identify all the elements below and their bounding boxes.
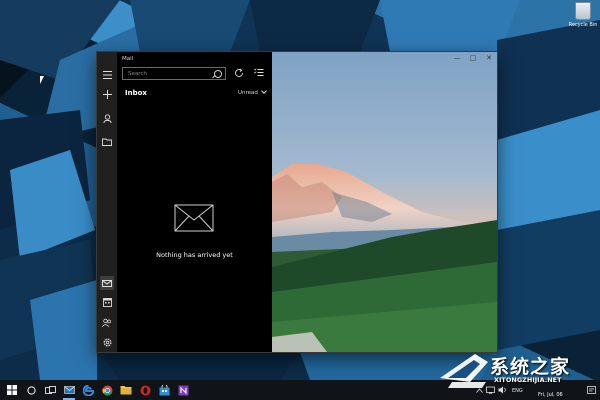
filter-dropdown[interactable]: Unread [238,88,267,96]
onenote-icon[interactable] [176,383,190,397]
edge-icon[interactable] [81,383,95,397]
cortana-icon[interactable] [24,383,38,397]
search-box[interactable]: Search [122,67,226,80]
taskbar-date: Fri, Jul, 06 [538,392,563,398]
close-icon[interactable]: ✕ [481,52,497,64]
selection-mode-icon[interactable] [253,68,265,80]
chevron-down-icon [261,88,267,94]
file-explorer-icon[interactable] [119,383,133,397]
mail-window: Mail Search Inbox Unread Nothing has arr… [97,52,497,352]
chrome-icon[interactable] [100,383,114,397]
people-icon[interactable] [100,315,114,329]
empty-inbox-envelope-icon [174,204,214,232]
app-title: Mail [122,56,134,62]
task-view-icon[interactable] [43,383,57,397]
folder-title: Inbox [125,89,147,97]
mail-icon[interactable] [100,276,114,290]
mountain-hero-image: — □ ✕ [272,52,497,352]
empty-inbox-message: Nothing has arrived yet [156,251,233,259]
maximize-icon[interactable]: □ [465,52,481,64]
opera-icon[interactable] [138,383,152,397]
recycle-bin-icon [575,2,591,20]
watermark-title: 系统之家 [490,356,571,378]
settings-icon[interactable] [100,335,114,349]
recycle-bin[interactable]: Recycle Bin [566,2,600,28]
watermark-url: XITONGZHIJIA.NET [494,376,562,384]
sync-icon[interactable] [233,68,245,80]
calendar-icon[interactable] [100,295,114,309]
filter-dropdown-label: Unread [238,90,258,96]
recycle-bin-label: Recycle Bin [568,22,598,28]
search-icon[interactable] [214,70,222,78]
windows-start-icon[interactable] [5,383,19,397]
mail-icon[interactable] [62,383,76,400]
folders-icon[interactable] [100,135,114,149]
store-icon[interactable] [157,383,171,397]
search-input[interactable]: Search [128,71,147,77]
accounts-icon[interactable] [100,111,114,125]
minimize-icon[interactable]: — [449,52,465,64]
hamburger-menu-icon[interactable] [100,68,114,82]
mountain-landscape-image [272,164,497,352]
mouse-cursor-icon [40,76,44,84]
new-mail-icon[interactable] [100,87,114,101]
window-controls: — □ ✕ [449,52,497,64]
navigation-rail [97,52,117,352]
